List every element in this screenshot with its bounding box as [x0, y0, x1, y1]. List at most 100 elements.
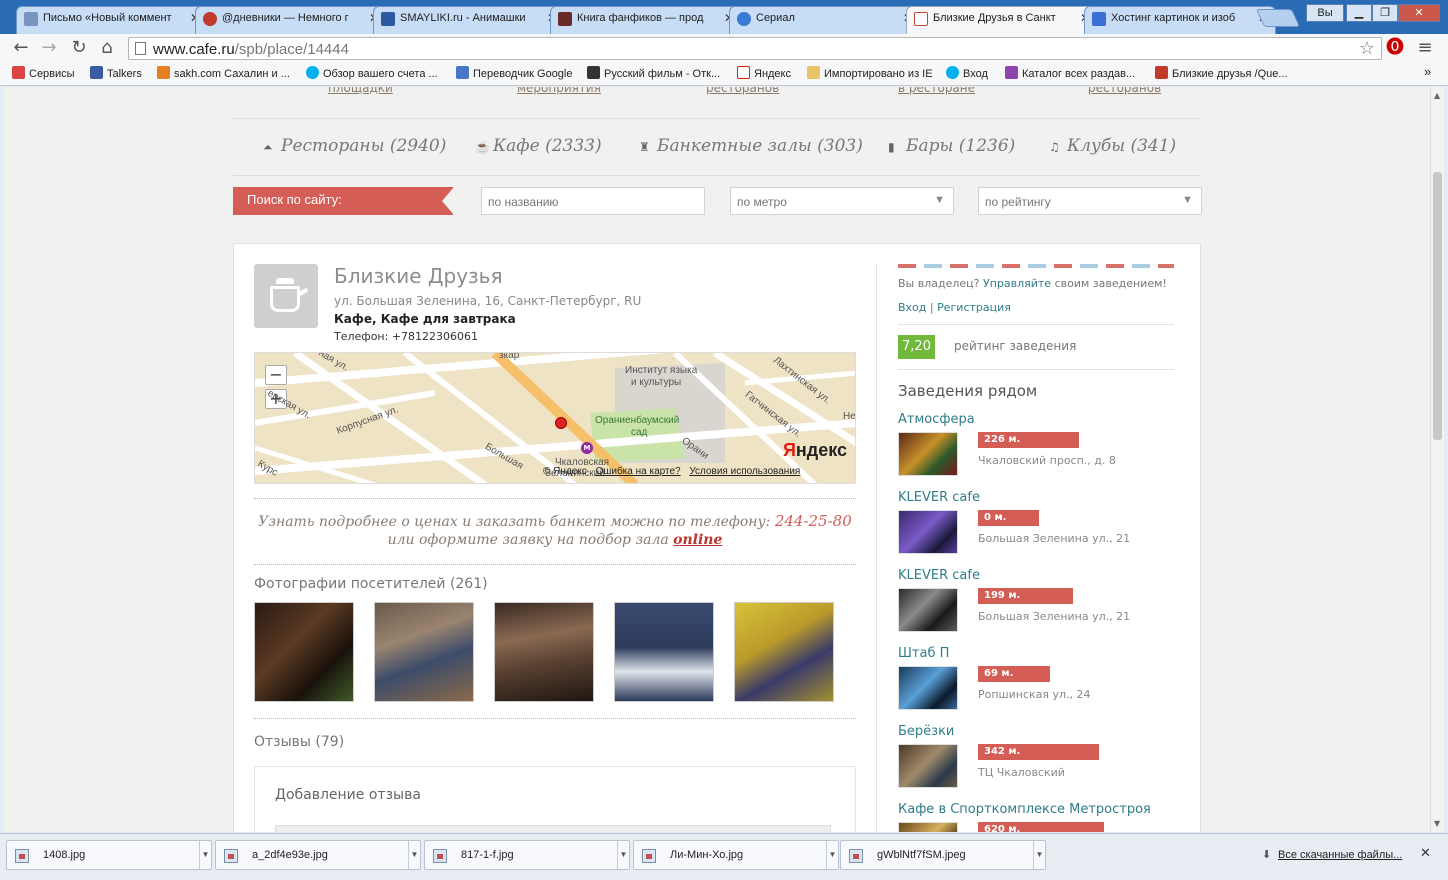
category-bars[interactable]: ▮ Бары (1236) — [888, 136, 1015, 156]
distance-badge: 0 м. — [978, 510, 1039, 526]
download-item[interactable]: a_2df4e93e.jpg ▼ — [215, 840, 421, 870]
address-bar[interactable]: www.cafe.ru/spb/place/14444 ☆ — [128, 37, 1382, 60]
home-icon[interactable]: ⌂ — [96, 37, 118, 59]
browser-tab[interactable]: Сериал ✕ — [729, 6, 921, 34]
manage-link[interactable]: Управляйте — [983, 277, 1051, 290]
download-item[interactable]: 1408.jpg ▼ — [6, 840, 212, 870]
map-error-link[interactable]: Ошибка на карте? — [596, 466, 681, 477]
browser-tab[interactable]: @дневники — Немного г ✕ — [195, 6, 387, 34]
scroll-up-icon[interactable]: ▲ — [1434, 91, 1440, 100]
visitor-photo[interactable] — [254, 602, 354, 702]
page-scrollbar[interactable]: ▲ ▼ — [1430, 87, 1444, 832]
bookmark-star-icon[interactable]: ☆ — [1359, 38, 1375, 59]
browser-tab[interactable]: Письмо «Новый коммент ✕ — [16, 6, 208, 34]
owner-prompt: Вы владелец? Управляйте своим заведением… — [898, 277, 1167, 290]
nearby-venue-thumbnail[interactable] — [898, 588, 958, 632]
map-terms-link[interactable]: Условия использования — [689, 466, 800, 477]
image-file-icon — [849, 849, 863, 863]
bookmark-item[interactable]: Яндекс — [737, 66, 791, 80]
top-link[interactable]: мероприятия — [517, 87, 601, 95]
category-banquet-halls[interactable]: ♜ Банкетные залы (303) — [639, 136, 863, 156]
scrollbar-thumb[interactable] — [1433, 172, 1442, 440]
distance-badge: 226 м. — [978, 432, 1079, 448]
search-name-input[interactable]: по названию — [481, 187, 705, 215]
online-link[interactable]: online — [673, 532, 722, 548]
download-item[interactable]: Ли-Мин-Хо.jpg ▼ — [633, 840, 839, 870]
browser-tab-active[interactable]: Близкие Друзья в Санкт ✕ — [906, 6, 1098, 34]
bookmark-item[interactable]: Близкие друзья /Que... — [1155, 66, 1288, 80]
nearby-venue-thumbnail[interactable] — [898, 822, 958, 832]
visitor-photo[interactable] — [734, 602, 834, 702]
back-icon[interactable]: ← — [10, 37, 32, 59]
bookmarks-more-button[interactable]: » — [1424, 64, 1431, 79]
nearby-venue-thumbnail[interactable] — [898, 666, 958, 710]
download-item[interactable]: gWblNtf7fSM.jpeg ▼ — [840, 840, 1046, 870]
chevron-down-icon[interactable]: ▼ — [826, 841, 838, 869]
chevron-down-icon[interactable]: ▼ — [199, 841, 211, 869]
download-item[interactable]: 817-1-f.jpg ▼ — [424, 840, 630, 870]
image-file-icon — [642, 849, 656, 863]
category-restaurants[interactable]: ⏶ Рестораны (2940) — [263, 136, 446, 156]
forward-icon[interactable]: → — [38, 37, 60, 59]
nearby-venue-thumbnail[interactable] — [898, 510, 958, 554]
top-link[interactable]: площадки — [328, 87, 393, 95]
nearby-venue-link[interactable]: Берёзки — [898, 724, 954, 739]
download-icon: ⬇ — [1262, 849, 1272, 861]
category-cafe[interactable]: ☕ Кафе (2333) — [475, 136, 602, 156]
window-close-button[interactable]: ✕ — [1398, 4, 1440, 22]
login-link[interactable]: Вход — [898, 301, 926, 314]
browser-tab[interactable]: Хостинг картинок и изоб ✕ — [1084, 6, 1276, 34]
all-downloads-link[interactable]: ⬇ Все скачанные файлы... — [1262, 848, 1402, 861]
chevron-down-icon[interactable]: ▼ — [1033, 841, 1045, 869]
chevron-down-icon[interactable]: ▼ — [408, 841, 420, 869]
maximize-button[interactable]: ❐ — [1372, 4, 1398, 22]
visitor-photo[interactable] — [374, 602, 474, 702]
friends-icon — [1155, 66, 1168, 79]
bookmark-item[interactable]: Переводчик Google — [456, 66, 573, 80]
talkers-icon — [90, 66, 103, 79]
music-icon: ♫ — [1049, 140, 1060, 154]
nearby-venue-thumbnail[interactable] — [898, 432, 958, 476]
venue-map[interactable]: − + Корпусная ул. Большая Лахтинская ул.… — [254, 352, 856, 484]
user-button[interactable]: Вы — [1306, 4, 1344, 22]
cafe-icon — [914, 12, 928, 26]
nearby-venue-link[interactable]: KLEVER cafe — [898, 490, 980, 505]
nearby-venue-link[interactable]: Штаб П — [898, 646, 949, 661]
rating-select[interactable]: по рейтингу ▼ — [978, 187, 1202, 215]
nearby-venue-link[interactable]: KLEVER cafe — [898, 568, 980, 583]
bookmark-folder[interactable]: Импортировано из IE — [807, 66, 933, 80]
close-shelf-button[interactable]: ✕ — [1420, 846, 1431, 861]
bookmark-item[interactable]: Вход — [946, 66, 988, 80]
new-tab-button[interactable] — [1255, 9, 1301, 27]
review-input[interactable] — [275, 825, 831, 832]
reload-icon[interactable]: ↻ — [68, 37, 90, 59]
visitor-photo[interactable] — [494, 602, 594, 702]
bookmark-item[interactable]: Сервисы — [12, 66, 75, 80]
metro-select[interactable]: по метро ▼ — [730, 187, 954, 215]
menu-icon[interactable]: ≡ — [1414, 37, 1436, 59]
visitor-photo[interactable] — [614, 602, 714, 702]
nearby-title: Заведения рядом — [898, 382, 1038, 400]
translate-icon — [456, 66, 469, 79]
top-link[interactable]: ресторанов — [1088, 87, 1161, 95]
zoom-out-button[interactable]: − — [265, 365, 287, 385]
adblock-icon[interactable]: ⓿ — [1384, 37, 1406, 59]
nearby-venue-link[interactable]: Атмосфера — [898, 412, 975, 427]
bookmark-item[interactable]: Talkers — [90, 66, 142, 80]
scroll-down-icon[interactable]: ▼ — [1434, 819, 1440, 828]
map-pin-icon[interactable] — [555, 417, 567, 429]
bookmark-item[interactable]: sakh.com Сахалин и ... — [157, 66, 290, 80]
bookmark-item[interactable]: Обзор вашего счета ... — [306, 66, 438, 80]
category-clubs[interactable]: ♫ Клубы (341) — [1049, 136, 1176, 156]
browser-tab[interactable]: SMAYLIKI.ru - Анимашки ✕ — [373, 6, 565, 34]
nearby-venue-thumbnail[interactable] — [898, 744, 958, 788]
minimize-button[interactable]: ▁ — [1346, 4, 1372, 22]
bookmark-item[interactable]: Русский фильм - Отк... — [587, 66, 720, 80]
browser-tab[interactable]: Книга фанфиков — прод ✕ — [550, 6, 742, 34]
nearby-venue-link[interactable]: Кафе в Спорткомплексе Метростроя — [898, 802, 1151, 817]
chevron-down-icon[interactable]: ▼ — [617, 841, 629, 869]
top-link[interactable]: ресторанов — [706, 87, 779, 95]
bookmark-item[interactable]: Каталог всех раздав... — [1005, 66, 1135, 80]
top-link[interactable]: в ресторане — [898, 87, 975, 95]
register-link[interactable]: Регистрация — [937, 301, 1011, 314]
